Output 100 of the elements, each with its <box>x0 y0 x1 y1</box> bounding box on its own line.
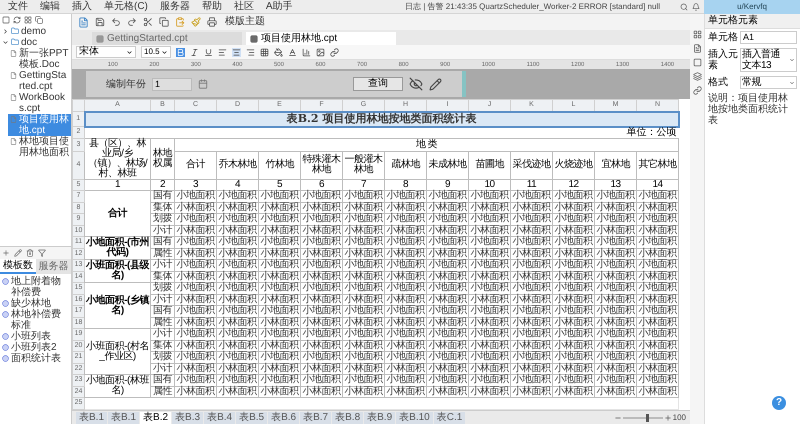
column-number: 7 <box>342 179 384 190</box>
sheet-tab[interactable]: 表B.3 <box>172 412 204 424</box>
sheet-tab[interactable]: 表B.7 <box>300 412 332 424</box>
ownership-cell: 划拨 <box>150 214 174 225</box>
user-button[interactable]: u/Kervfq <box>704 0 800 14</box>
header-cell: 特殊灌木林地 <box>300 152 342 179</box>
template-item[interactable]: 缺少林地 <box>11 298 51 309</box>
sheet-tab[interactable]: 表B.1 <box>108 412 140 424</box>
document-icon[interactable] <box>78 16 89 28</box>
table-cell: 小地面积 <box>552 352 594 363</box>
editor-tab[interactable]: GettingStarted.cpt <box>92 32 242 45</box>
table-cell: 小林面积 <box>594 317 636 328</box>
zoom-in-icon[interactable] <box>664 414 672 422</box>
query-button[interactable]: 查询 <box>353 77 403 91</box>
table-cell: 小林面积 <box>174 294 216 306</box>
panel-tab[interactable]: 模板数 <box>0 259 36 274</box>
fill-color-icon[interactable] <box>274 48 283 56</box>
layers-icon[interactable] <box>692 72 702 81</box>
trash-icon[interactable] <box>26 249 34 257</box>
link-icon[interactable] <box>330 48 339 56</box>
zoom-slider-thumb[interactable] <box>646 414 649 422</box>
theme-button[interactable]: 模版主题 <box>223 16 267 28</box>
select-field[interactable]: 常规 <box>740 76 797 89</box>
search-icon[interactable] <box>680 2 688 10</box>
border-icon[interactable] <box>260 48 269 56</box>
grid-icon[interactable] <box>24 16 32 24</box>
align-left-icon[interactable] <box>218 48 227 56</box>
font-select[interactable]: 宋体 <box>76 46 136 58</box>
tree-item[interactable]: demo <box>0 26 71 37</box>
sheet-tab[interactable]: 表B.6 <box>268 412 300 424</box>
sheet-tab[interactable]: 表B.10 <box>396 412 433 424</box>
menu-item[interactable]: 社区 <box>234 0 254 12</box>
table-cell: 小林面积 <box>300 271 342 282</box>
tree-item[interactable]: GettingStarted.cpt <box>8 70 71 92</box>
image-icon[interactable] <box>316 48 325 56</box>
tree-item[interactable]: WorkBooks.cpt <box>8 92 71 114</box>
menu-item[interactable]: 帮助 <box>202 0 222 12</box>
header-cell: 一般灌木林地 <box>342 152 384 179</box>
tree-item[interactable]: doc <box>0 37 71 48</box>
menu-item[interactable]: 插入 <box>72 0 92 12</box>
size-select[interactable]: 10.5 <box>141 46 171 58</box>
link-icon[interactable] <box>692 86 702 95</box>
square-icon[interactable] <box>692 58 702 67</box>
align-center-icon[interactable] <box>232 48 241 56</box>
tree-item[interactable]: 新一张PPT模板.Doc <box>8 48 71 70</box>
eye-off-icon[interactable] <box>409 77 423 91</box>
editor-tab[interactable]: 项目使用林地.cpt <box>246 32 396 45</box>
align-right-icon[interactable] <box>246 48 255 56</box>
font-color-icon[interactable] <box>288 48 297 56</box>
header-cell: 其它林地 <box>636 152 678 179</box>
menu-item[interactable]: 文件 <box>8 0 28 12</box>
table-cell: 小林面积 <box>300 248 342 260</box>
save-icon[interactable] <box>95 17 105 27</box>
table-cell: 小林面积 <box>216 363 258 374</box>
edit-icon[interactable] <box>14 249 22 257</box>
sheet-tab[interactable]: 表C.1 <box>434 412 466 424</box>
printer-icon[interactable] <box>207 17 217 27</box>
menu-item[interactable]: 编辑 <box>40 0 60 12</box>
add-icon[interactable] <box>2 249 10 257</box>
template-item[interactable]: 地上附着物补偿费 <box>11 276 69 298</box>
tree-item[interactable]: 林地项目使用林地面积 <box>8 136 71 158</box>
pencil-icon[interactable] <box>429 78 442 90</box>
table-cell: 小林面积 <box>636 317 678 328</box>
bell-icon[interactable] <box>692 2 700 10</box>
sheet-tab[interactable]: 表B.4 <box>204 412 236 424</box>
undo-icon[interactable] <box>111 17 121 27</box>
year-input[interactable]: 1 <box>152 78 192 90</box>
menu-item[interactable]: 单元格(C) <box>104 0 148 12</box>
template-item[interactable]: 小班列表2 <box>11 342 57 353</box>
input-field[interactable]: A1 <box>740 31 797 44</box>
template-item[interactable]: 面积统计表 <box>11 353 61 364</box>
sheet-tab[interactable]: 表B.8 <box>332 412 364 424</box>
select-field[interactable]: 插入普通文本13 <box>740 48 797 72</box>
bold-icon[interactable] <box>176 48 185 56</box>
sheet-tab[interactable]: 表B.9 <box>364 412 396 424</box>
calendar-icon[interactable] <box>198 79 208 89</box>
sheet-tab[interactable]: 表B.2 <box>140 412 172 424</box>
underline-icon[interactable] <box>204 48 213 56</box>
menu-item[interactable]: A助手 <box>266 0 293 12</box>
copy-icon[interactable] <box>159 17 169 27</box>
copy-icon[interactable] <box>35 16 43 24</box>
refresh-icon[interactable] <box>13 16 21 24</box>
redo-icon[interactable] <box>127 17 137 27</box>
menu-item[interactable]: 服务器 <box>160 0 190 12</box>
table-cell: 小地面积 <box>636 260 678 271</box>
italic-icon[interactable] <box>190 48 199 56</box>
template-item[interactable]: 小班列表 <box>11 331 51 342</box>
table-cell: 小林面积 <box>216 271 258 282</box>
table-cell: 小林面积 <box>426 271 468 282</box>
document-icon[interactable] <box>692 44 702 53</box>
scissors-icon[interactable] <box>143 17 153 27</box>
filter-icon[interactable] <box>38 249 46 257</box>
ownership-cell: 属性 <box>150 317 174 328</box>
sheet-tab[interactable]: 表B.5 <box>236 412 268 424</box>
tree-item[interactable]: 项目使用林地.cpt <box>8 114 71 136</box>
panel-tab[interactable]: 服务器 <box>36 259 71 274</box>
table-cell: 小林面积 <box>468 248 510 260</box>
template-item[interactable]: 林地补偿费标准 <box>11 309 69 331</box>
sheet-tab[interactable]: 表B.1 <box>76 412 108 424</box>
chart-icon[interactable] <box>302 48 311 56</box>
